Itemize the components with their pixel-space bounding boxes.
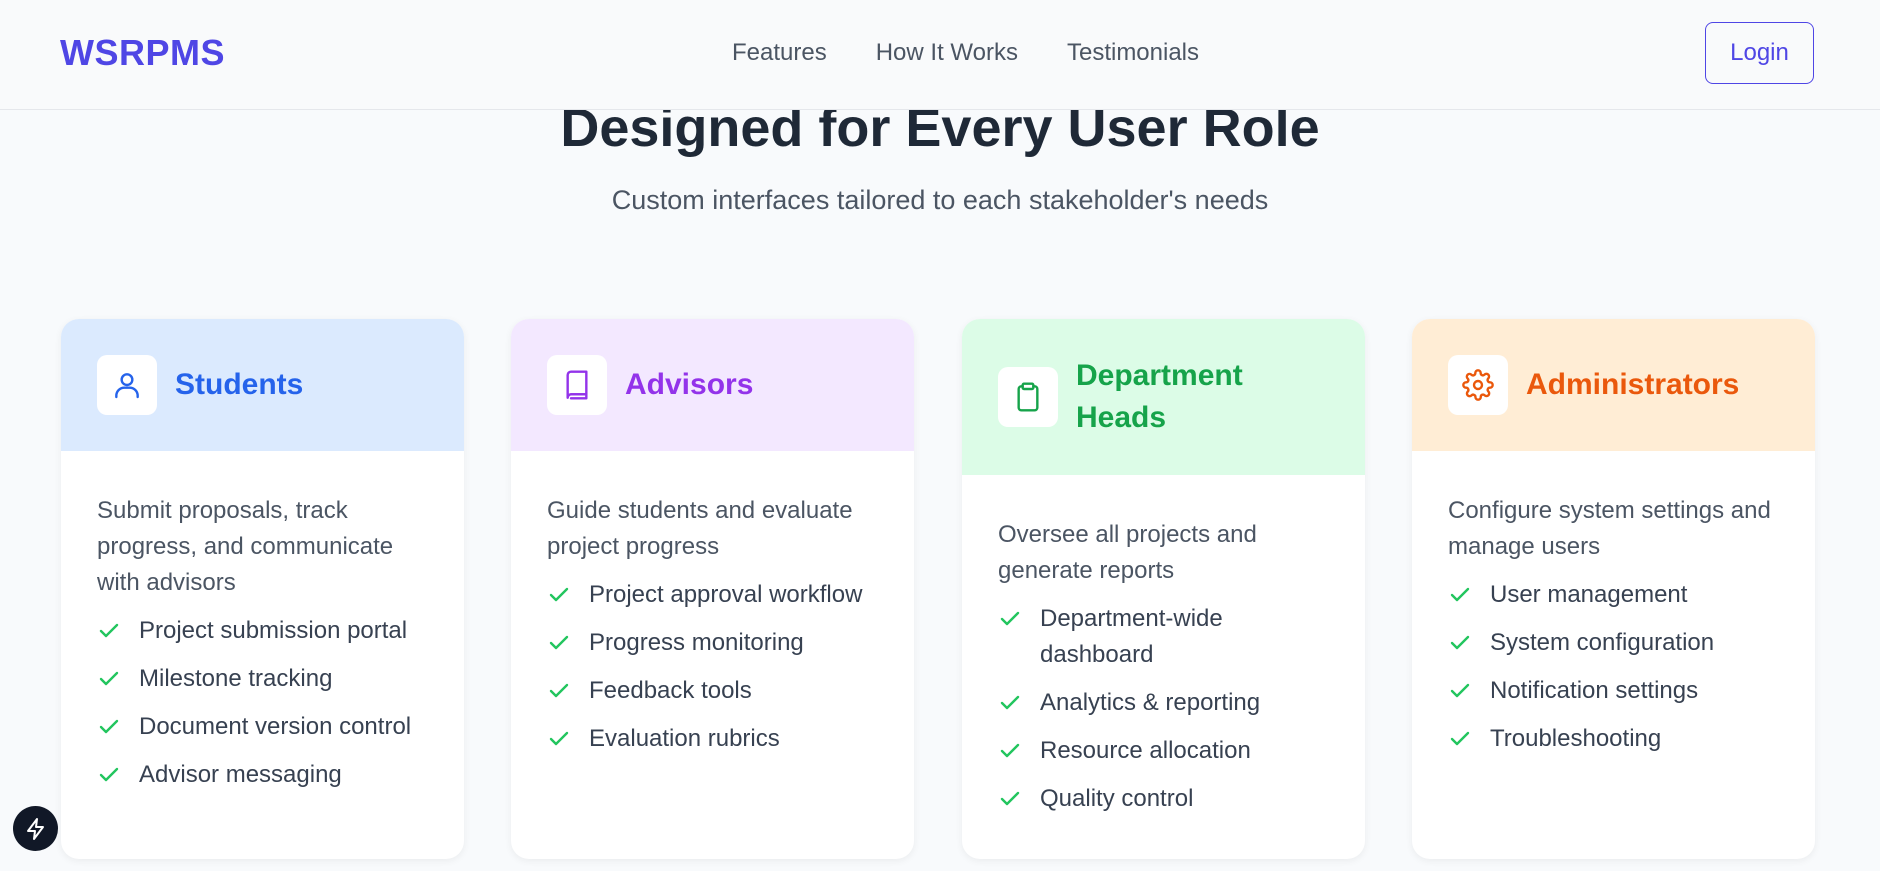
check-icon (547, 625, 571, 661)
book-icon (547, 355, 607, 415)
check-icon (998, 601, 1022, 637)
feature-label: Project approval workflow (589, 581, 863, 608)
role-card-department-heads: Department Heads Oversee all projects an… (962, 319, 1365, 859)
nav-link-testimonials[interactable]: Testimonials (1067, 39, 1199, 67)
check-icon (1448, 721, 1472, 757)
top-navbar: WSRPMS Features How It Works Testimonial… (0, 0, 1880, 110)
check-icon (1448, 673, 1472, 709)
check-icon (97, 613, 121, 649)
check-icon (1448, 625, 1472, 661)
feature-item: Document version control (97, 709, 428, 745)
feature-label: Evaluation rubrics (589, 725, 780, 752)
user-icon (97, 355, 157, 415)
card-header: Department Heads (962, 319, 1365, 475)
feature-item: Department-wide dashboard (998, 601, 1329, 673)
feature-label: Milestone tracking (139, 665, 333, 692)
feature-list: User management System configuration Not… (1448, 577, 1779, 757)
feature-item: Analytics & reporting (998, 685, 1329, 721)
feature-item: Notification settings (1448, 673, 1779, 709)
feature-label: Document version control (139, 713, 412, 740)
feature-item: Project approval workflow (547, 577, 878, 613)
check-icon (547, 673, 571, 709)
feature-label: Resource allocation (1040, 737, 1251, 764)
feature-list: Project submission portal Milestone trac… (97, 613, 428, 793)
nav-link-features[interactable]: Features (732, 39, 827, 67)
role-card-administrators: Administrators Configure system settings… (1412, 319, 1815, 859)
feature-label: Feedback tools (589, 677, 752, 704)
card-title: Administrators (1526, 368, 1740, 401)
feature-label: Project submission portal (139, 617, 408, 644)
check-icon (97, 661, 121, 697)
card-body: Oversee all projects and generate report… (962, 475, 1365, 817)
feature-label: Troubleshooting (1490, 725, 1662, 752)
card-header: Administrators (1412, 319, 1815, 451)
feature-label: Progress monitoring (589, 629, 804, 656)
gear-icon (1448, 355, 1508, 415)
card-description: Guide students and evaluate project prog… (547, 497, 853, 560)
feature-label: Department-wide dashboard (1040, 605, 1223, 668)
nav-links: Features How It Works Testimonials (732, 39, 1199, 67)
feature-label: Advisor messaging (139, 761, 342, 788)
feature-label: System configuration (1490, 629, 1715, 656)
feature-label: Analytics & reporting (1040, 689, 1261, 716)
feature-item: User management (1448, 577, 1779, 613)
feature-item: Evaluation rubrics (547, 721, 878, 757)
login-button[interactable]: Login (1705, 22, 1814, 84)
feature-item: System configuration (1448, 625, 1779, 661)
clipboard-icon (998, 367, 1058, 427)
check-icon (547, 721, 571, 757)
card-title: Students (175, 368, 304, 401)
feature-item: Advisor messaging (97, 757, 428, 793)
lightning-icon[interactable] (13, 806, 58, 851)
feature-label: User management (1490, 581, 1688, 608)
card-header: Students (61, 319, 464, 451)
feature-item: Feedback tools (547, 673, 878, 709)
feature-list: Project approval workflow Progress monit… (547, 577, 878, 757)
feature-item: Progress monitoring (547, 625, 878, 661)
feature-label: Quality control (1040, 785, 1194, 812)
feature-list: Department-wide dashboard Analytics & re… (998, 601, 1329, 817)
card-header: Advisors (511, 319, 914, 451)
nav-link-how-it-works[interactable]: How It Works (876, 39, 1018, 67)
card-body: Guide students and evaluate project prog… (511, 451, 914, 757)
role-card-students: Students Submit proposals, track progres… (61, 319, 464, 859)
role-card-advisors: Advisors Guide students and evaluate pro… (511, 319, 914, 859)
card-body: Submit proposals, track progress, and co… (61, 451, 464, 793)
check-icon (97, 709, 121, 745)
check-icon (998, 781, 1022, 817)
card-title: Department Heads (1076, 359, 1243, 434)
card-body: Configure system settings and manage use… (1412, 451, 1815, 757)
feature-item: Milestone tracking (97, 661, 428, 697)
card-title: Advisors (625, 368, 754, 401)
section-subtitle: Custom interfaces tailored to each stake… (611, 185, 1269, 215)
check-icon (998, 733, 1022, 769)
check-icon (547, 577, 571, 613)
feature-item: Quality control (998, 781, 1329, 817)
feature-item: Project submission portal (97, 613, 428, 649)
feature-item: Resource allocation (998, 733, 1329, 769)
check-icon (998, 685, 1022, 721)
card-description: Oversee all projects and generate report… (998, 521, 1257, 584)
check-icon (1448, 577, 1472, 613)
feature-item: Troubleshooting (1448, 721, 1779, 757)
feature-label: Notification settings (1490, 677, 1699, 704)
card-description: Submit proposals, track progress, and co… (97, 497, 394, 596)
check-icon (97, 757, 121, 793)
card-description: Configure system settings and manage use… (1448, 497, 1771, 560)
brand-logo[interactable]: WSRPMS (60, 32, 225, 74)
